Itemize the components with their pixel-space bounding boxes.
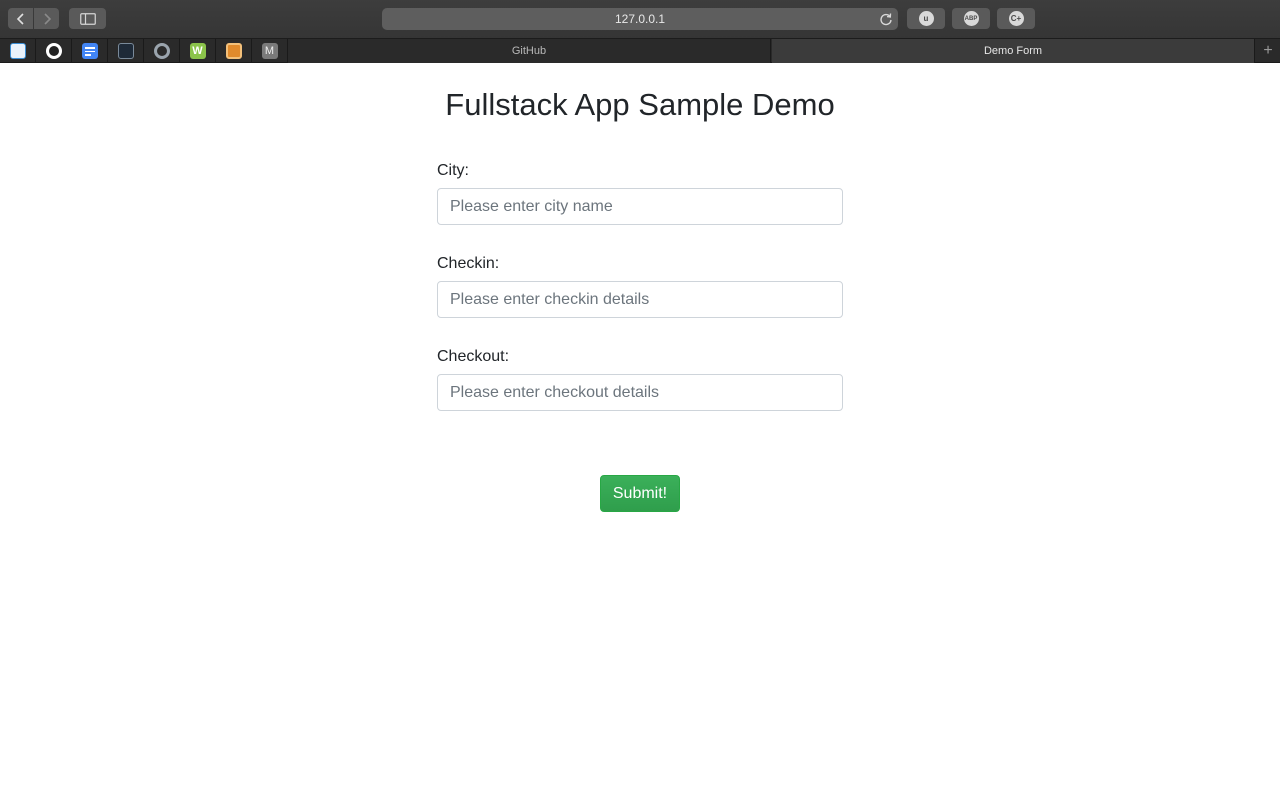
checkin-label: Checkin: [437, 255, 500, 272]
back-button[interactable] [8, 8, 33, 29]
sidebar-icon [79, 12, 96, 25]
orange-app-icon [225, 43, 242, 59]
city-field-group: City: [437, 159, 843, 252]
nav-buttons [8, 8, 59, 29]
new-tab-button[interactable]: + [1256, 39, 1280, 63]
sidebar-toggle-button[interactable] [69, 8, 106, 29]
reload-icon[interactable] [879, 12, 893, 26]
w-app-icon: W [189, 43, 206, 59]
tab-demo-form[interactable]: Demo Form [772, 39, 1255, 63]
bookmark-item[interactable]: M [252, 39, 288, 63]
bookmark-item[interactable]: W [180, 39, 216, 63]
bookmark-item[interactable] [0, 39, 36, 63]
bookmark-item[interactable] [216, 39, 252, 63]
city-input[interactable] [437, 188, 843, 225]
tab-label: Demo Form [983, 45, 1043, 57]
checkout-input[interactable] [437, 374, 843, 411]
demo-form: City: Checkin: Checkout: [437, 159, 843, 438]
c-plus-button[interactable]: C+ [997, 8, 1035, 29]
address-text: 127.0.0.1 [614, 12, 666, 26]
terminal-icon [117, 43, 134, 59]
plus-icon: + [1263, 42, 1273, 59]
m-app-icon: M [261, 43, 278, 59]
checkout-field-group: Checkout: [437, 345, 843, 438]
tab-label: GitHub [511, 45, 547, 57]
checkin-field-group: Checkin: [437, 252, 843, 345]
adblock-plus-button[interactable]: ABP [952, 8, 990, 29]
bookmark-item[interactable] [72, 39, 108, 63]
bookmark-item[interactable] [108, 39, 144, 63]
checkout-label: Checkout: [437, 348, 510, 365]
c-plus-icon: C+ [1008, 11, 1024, 26]
ublock-icon: u [918, 11, 934, 26]
tab-github[interactable]: GitHub [288, 39, 771, 63]
address-bar[interactable]: 127.0.0.1 [382, 8, 898, 30]
ublock-button[interactable]: u [907, 8, 945, 29]
grid-app-icon [9, 43, 26, 59]
submit-button[interactable]: Submit! [600, 475, 680, 512]
chevron-right-icon [43, 12, 51, 25]
page-content: Fullstack App Sample Demo City: Checkin:… [0, 63, 1280, 800]
city-label: City: [437, 162, 469, 179]
adblock-plus-icon: ABP [963, 11, 979, 26]
forward-button[interactable] [34, 8, 59, 29]
swirl-icon [153, 43, 170, 59]
checkin-input[interactable] [437, 281, 843, 318]
tab-bar: W M GitHub Demo Form + [0, 38, 1280, 63]
docs-icon [81, 43, 98, 59]
bookmark-item[interactable] [36, 39, 72, 63]
browser-toolbar: 127.0.0.1 u ABP C+ [0, 0, 1280, 38]
page-title: Fullstack App Sample Demo [445, 87, 835, 122]
chevron-left-icon [16, 12, 24, 25]
bookmark-item[interactable] [144, 39, 180, 63]
github-icon [45, 43, 62, 59]
